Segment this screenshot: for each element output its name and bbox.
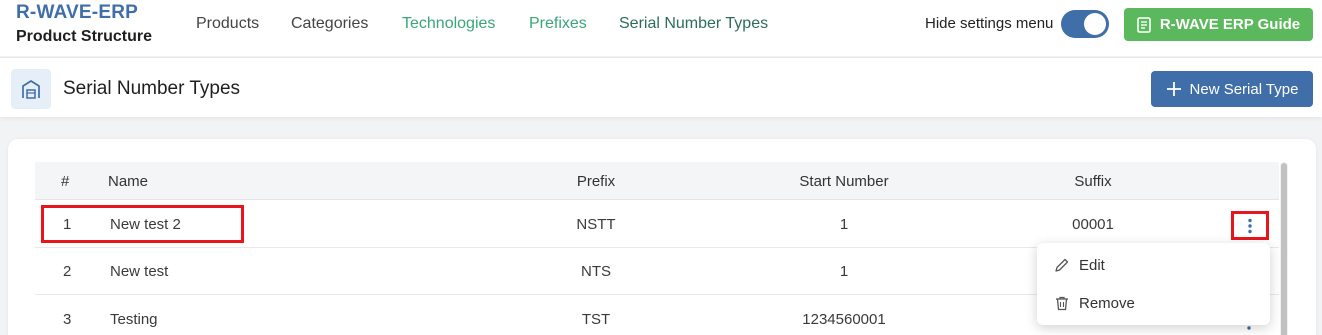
cell-index: 3 xyxy=(63,311,72,328)
page-header: Serial Number Types New Serial Type xyxy=(0,57,1322,117)
table-header: # Name Prefix Start Number Suffix xyxy=(35,162,1279,200)
column-header-index[interactable]: # xyxy=(61,173,69,190)
toggle-knob xyxy=(1084,13,1106,35)
cell-prefix: NSTT xyxy=(576,216,616,233)
brand-subtitle: Product Structure xyxy=(16,28,153,45)
menu-item-remove-label: Remove xyxy=(1079,294,1135,312)
cell-prefix: TST xyxy=(581,311,611,328)
cell-prefix: NTS xyxy=(581,263,611,280)
row-actions-button[interactable] xyxy=(1231,211,1269,240)
cell-start-number: 1 xyxy=(839,216,849,233)
cell-name: New test xyxy=(110,263,169,280)
column-header-name[interactable]: Name xyxy=(108,173,148,190)
name-highlight-box xyxy=(41,205,244,243)
column-header-prefix[interactable]: Prefix xyxy=(577,173,615,190)
erp-guide-button[interactable]: R-WAVE ERP Guide xyxy=(1124,8,1313,41)
menu-item-remove[interactable]: Remove xyxy=(1037,285,1270,321)
nav-categories[interactable]: Categories xyxy=(291,15,368,33)
menu-item-edit-label: Edit xyxy=(1079,256,1105,274)
erp-guide-label: R-WAVE ERP Guide xyxy=(1159,16,1301,33)
warehouse-icon xyxy=(11,69,51,109)
top-navbar: R-WAVE-ERP Product Structure Products Ca… xyxy=(0,0,1322,56)
new-serial-type-label: New Serial Type xyxy=(1189,80,1299,98)
cell-start-number: 1234560001 xyxy=(802,311,886,328)
nav-technologies[interactable]: Technologies xyxy=(402,15,495,33)
document-icon xyxy=(1137,16,1151,33)
hide-settings-toggle[interactable] xyxy=(1061,10,1109,38)
column-header-suffix[interactable]: Suffix xyxy=(1074,173,1111,190)
plus-icon xyxy=(1166,82,1181,96)
nav-prefixes[interactable]: Prefixes xyxy=(529,15,587,33)
nav-serial-number-types[interactable]: Serial Number Types xyxy=(619,15,768,33)
nav-products[interactable]: Products xyxy=(196,15,259,33)
cell-start-number: 1 xyxy=(839,263,849,280)
trash-icon xyxy=(1056,296,1068,311)
more-vertical-icon xyxy=(1248,218,1252,233)
brand-title[interactable]: R-WAVE-ERP xyxy=(16,2,138,24)
page-title: Serial Number Types xyxy=(63,78,241,99)
row-actions-menu: Edit Remove xyxy=(1037,243,1270,325)
cell-name: Testing xyxy=(110,311,158,328)
hide-settings-label: Hide settings menu xyxy=(925,15,1054,32)
cell-suffix: 00001 xyxy=(1072,216,1114,233)
pencil-icon xyxy=(1055,258,1069,272)
cell-index: 2 xyxy=(63,263,72,280)
column-header-start-number[interactable]: Start Number xyxy=(799,173,888,190)
menu-item-edit[interactable]: Edit xyxy=(1037,247,1270,283)
scrollbar-thumb[interactable] xyxy=(1281,163,1287,335)
new-serial-type-button[interactable]: New Serial Type xyxy=(1151,71,1313,107)
